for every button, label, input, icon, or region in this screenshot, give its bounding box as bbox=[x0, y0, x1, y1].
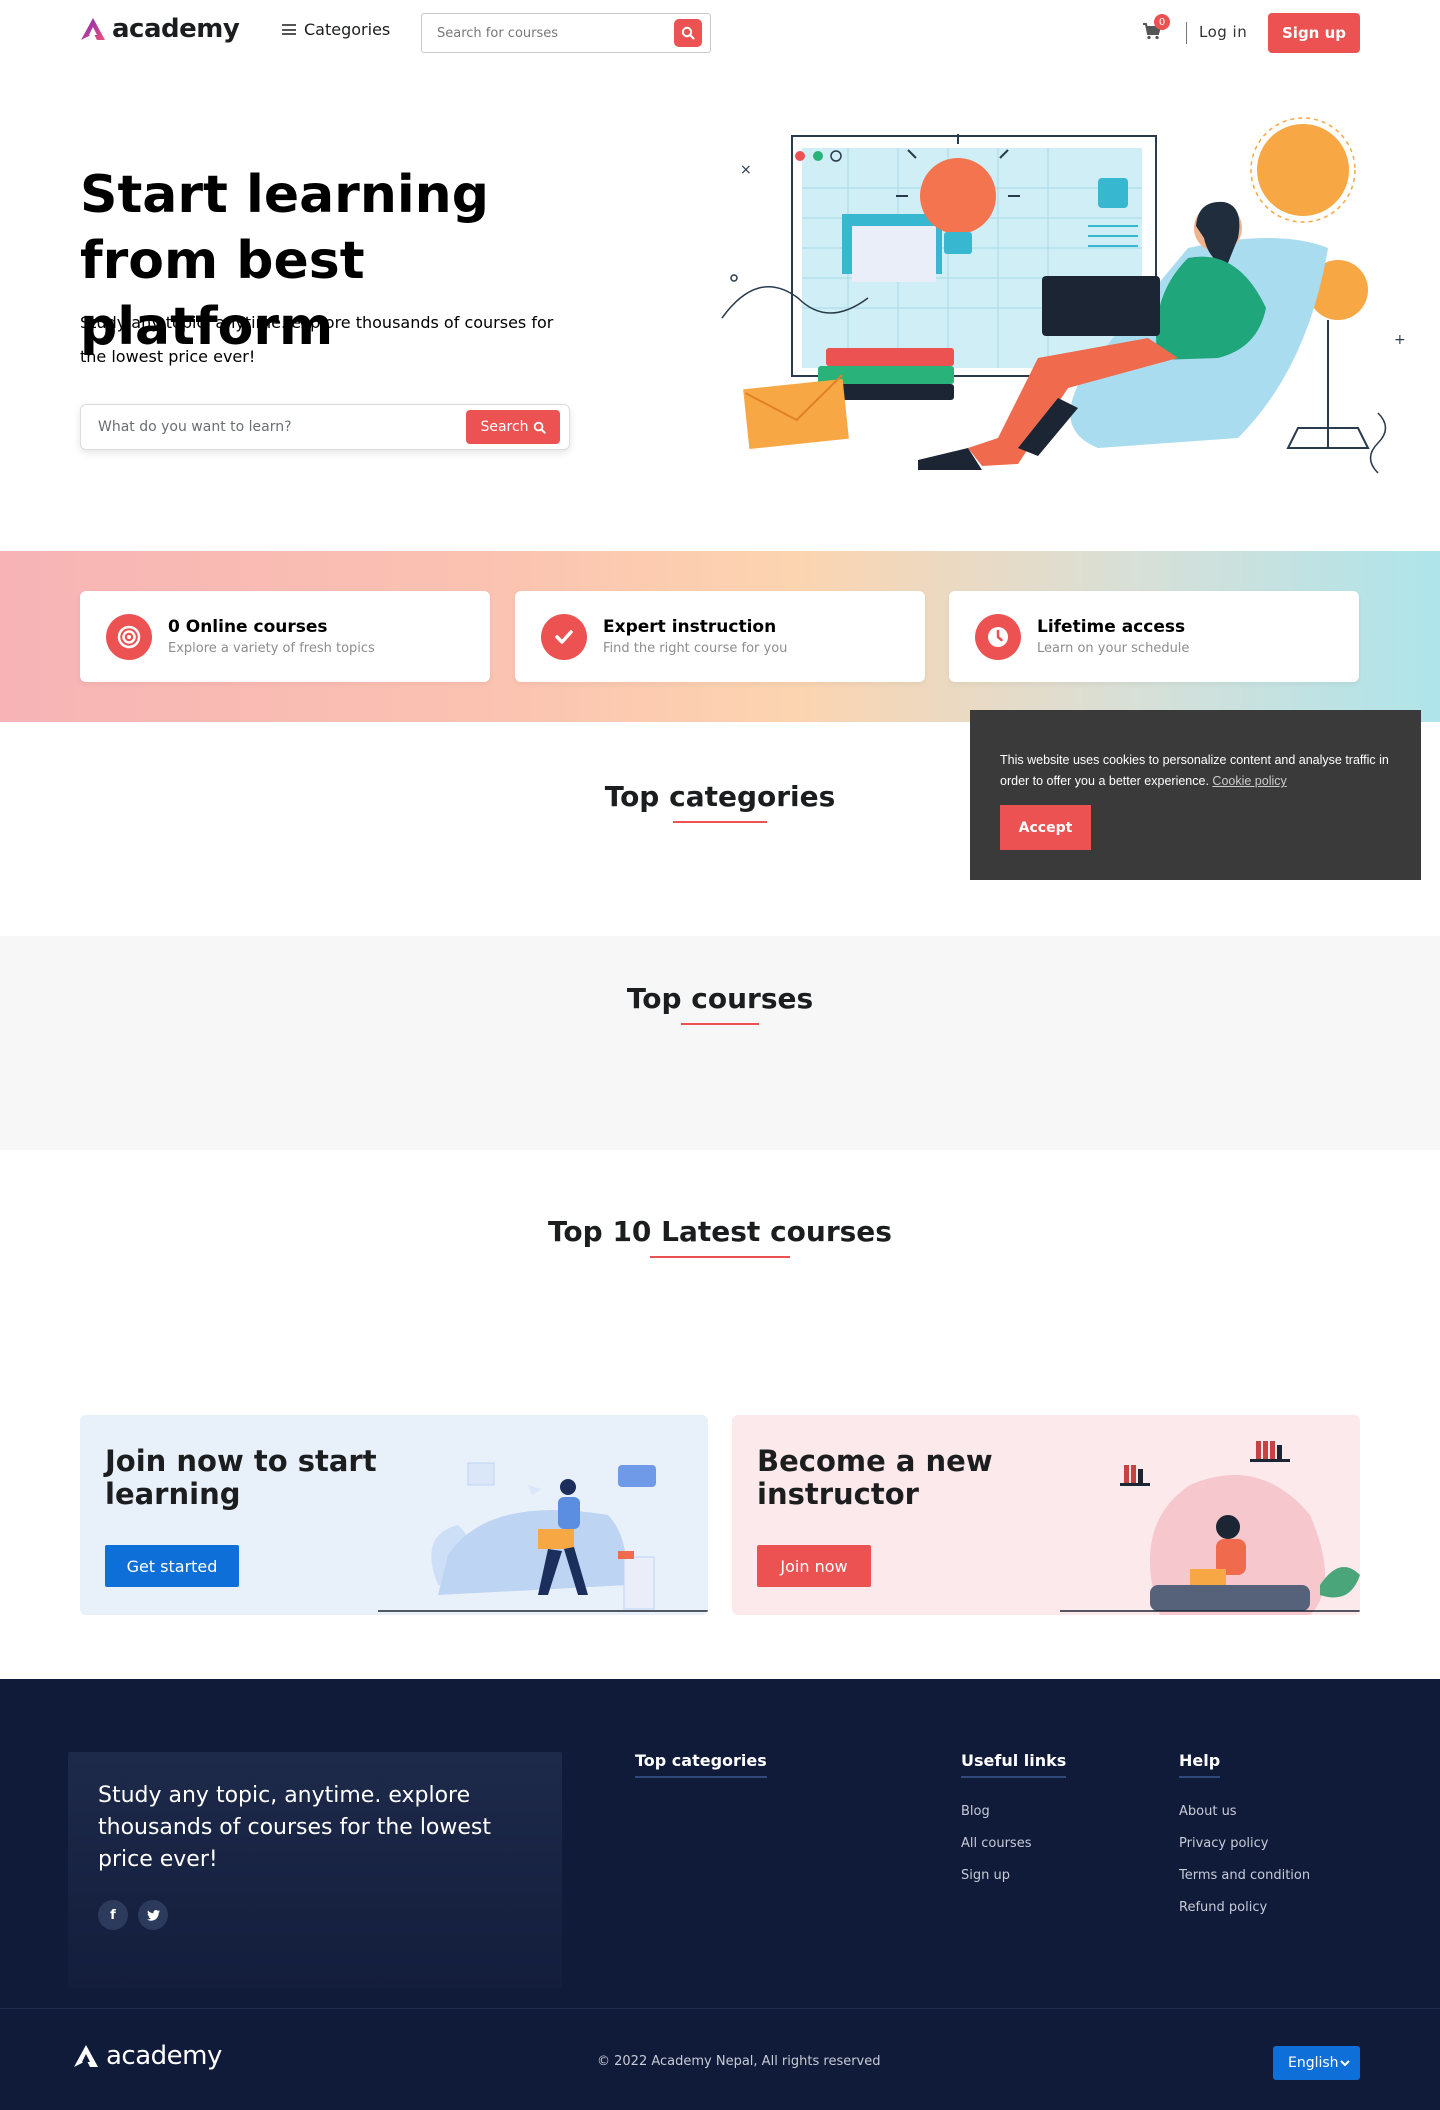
instructor-promo-card: Become a new instructor Join now bbox=[732, 1415, 1360, 1615]
cart-button[interactable]: 0 bbox=[1142, 14, 1170, 44]
search-icon bbox=[533, 421, 546, 434]
site-footer: Study any topic, anytime. explore thousa… bbox=[0, 1679, 1440, 2110]
target-icon bbox=[106, 613, 152, 660]
hero-search-button[interactable]: Search bbox=[466, 410, 560, 444]
signup-button[interactable]: Sign up bbox=[1268, 13, 1360, 53]
footer-link-blog[interactable]: Blog bbox=[961, 1796, 1066, 1828]
footer-tagline: Study any topic, anytime. explore thousa… bbox=[98, 1783, 492, 1872]
check-icon bbox=[541, 613, 587, 660]
copyright-text: © 2022 Academy Nepal, All rights reserve… bbox=[597, 2054, 881, 2069]
feature-title: 0 Online courses bbox=[168, 617, 328, 637]
hero-search-input[interactable] bbox=[81, 405, 466, 449]
get-started-button[interactable]: Get started bbox=[105, 1545, 239, 1587]
facebook-icon[interactable]: f bbox=[98, 1900, 128, 1930]
hero-search-label: Search bbox=[480, 419, 529, 435]
academy-logo-icon bbox=[74, 2045, 98, 2067]
join-promo-title: Join now to start learning bbox=[105, 1444, 377, 1511]
svg-text:+: + bbox=[1394, 332, 1406, 348]
cookie-consent-banner: This website uses cookies to personalize… bbox=[970, 710, 1421, 880]
site-logo[interactable]: academy bbox=[80, 14, 240, 44]
footer-logo-text: academy bbox=[106, 2041, 222, 2071]
join-now-button[interactable]: Join now bbox=[757, 1545, 871, 1587]
footer-col-title: Useful links bbox=[961, 1751, 1067, 1778]
academy-logo-icon bbox=[81, 18, 105, 40]
footer-col-categories: Top categories bbox=[635, 1751, 767, 1778]
footer-tagline-box: Study any topic, anytime. explore thousa… bbox=[68, 1752, 562, 1988]
cart-count-badge: 0 bbox=[1154, 14, 1170, 30]
header-search-input[interactable] bbox=[422, 14, 674, 52]
heading-underline bbox=[681, 1023, 759, 1025]
footer-divider bbox=[0, 2008, 1440, 2009]
footer-link-terms[interactable]: Terms and condition bbox=[1179, 1860, 1310, 1892]
header-search-form bbox=[421, 13, 711, 53]
heading-underline bbox=[673, 821, 767, 823]
language-value: English bbox=[1288, 2055, 1339, 2071]
logo-text: academy bbox=[112, 14, 240, 44]
header-search-button[interactable] bbox=[674, 19, 702, 47]
accept-cookies-button[interactable]: Accept bbox=[1000, 805, 1091, 850]
hero-subtitle: Study any topic, anytime. explore thousa… bbox=[80, 313, 554, 366]
feature-subtitle: Explore a variety of fresh topics bbox=[168, 641, 375, 656]
chevron-down-icon bbox=[1340, 2059, 1350, 2066]
footer-link-all-courses[interactable]: All courses bbox=[961, 1828, 1066, 1860]
header-divider bbox=[1186, 22, 1187, 44]
categories-menu-button[interactable]: Categories bbox=[282, 20, 390, 39]
footer-col-useful-links: Useful links Blog All courses Sign up bbox=[961, 1751, 1067, 1892]
feature-subtitle: Find the right course for you bbox=[603, 641, 788, 656]
hero-search-form: Search bbox=[80, 404, 570, 450]
cookie-text: This website uses cookies to personalize… bbox=[1000, 753, 1389, 788]
footer-logo[interactable]: academy bbox=[72, 2041, 222, 2071]
search-icon bbox=[681, 26, 695, 40]
feature-title: Lifetime access bbox=[1037, 617, 1186, 637]
twitter-icon[interactable] bbox=[138, 1900, 168, 1930]
login-link[interactable]: Log in bbox=[1199, 23, 1247, 41]
feature-card-lifetime-access: Lifetime access Learn on your schedule bbox=[949, 591, 1359, 682]
footer-link-privacy-policy[interactable]: Privacy policy bbox=[1179, 1828, 1310, 1860]
join-promo-card: Join now to start learning Get started bbox=[80, 1415, 708, 1615]
learner-illustration bbox=[378, 1462, 708, 1612]
instructor-illustration bbox=[1060, 1441, 1360, 1615]
cookie-message: This website uses cookies to personalize… bbox=[1000, 750, 1391, 792]
footer-col-title: Help bbox=[1179, 1751, 1221, 1778]
features-band: 0 Online courses Explore a variety of fr… bbox=[0, 551, 1440, 722]
feature-subtitle: Learn on your schedule bbox=[1037, 641, 1190, 656]
footer-link-about-us[interactable]: About us bbox=[1179, 1796, 1310, 1828]
categories-label: Categories bbox=[304, 20, 391, 39]
feature-card-online-courses: 0 Online courses Explore a variety of fr… bbox=[80, 591, 490, 682]
hamburger-icon bbox=[282, 24, 296, 35]
latest-courses-heading: Top 10 Latest courses bbox=[548, 1215, 892, 1248]
svg-text:×: × bbox=[740, 162, 752, 178]
footer-link-sign-up[interactable]: Sign up bbox=[961, 1860, 1066, 1892]
top-courses-heading: Top courses bbox=[626, 982, 814, 1015]
cookie-policy-link[interactable]: Cookie policy bbox=[1212, 774, 1286, 788]
instructor-promo-title: Become a new instructor bbox=[757, 1444, 993, 1511]
feature-card-expert-instruction: Expert instruction Find the right course… bbox=[515, 591, 925, 682]
top-courses-section bbox=[0, 936, 1440, 1150]
feature-title: Expert instruction bbox=[603, 617, 777, 637]
footer-link-refund-policy[interactable]: Refund policy bbox=[1179, 1892, 1310, 1924]
footer-col-title: Top categories bbox=[635, 1751, 767, 1778]
clock-icon bbox=[975, 613, 1021, 660]
top-navbar: academy Categories 0 Log in Sign up bbox=[0, 0, 1440, 66]
heading-underline bbox=[650, 1256, 790, 1258]
hero-illustration: × + bbox=[721, 117, 1406, 474]
footer-col-help: Help About us Privacy policy Terms and c… bbox=[1179, 1751, 1310, 1924]
language-select[interactable]: English bbox=[1273, 2046, 1360, 2080]
